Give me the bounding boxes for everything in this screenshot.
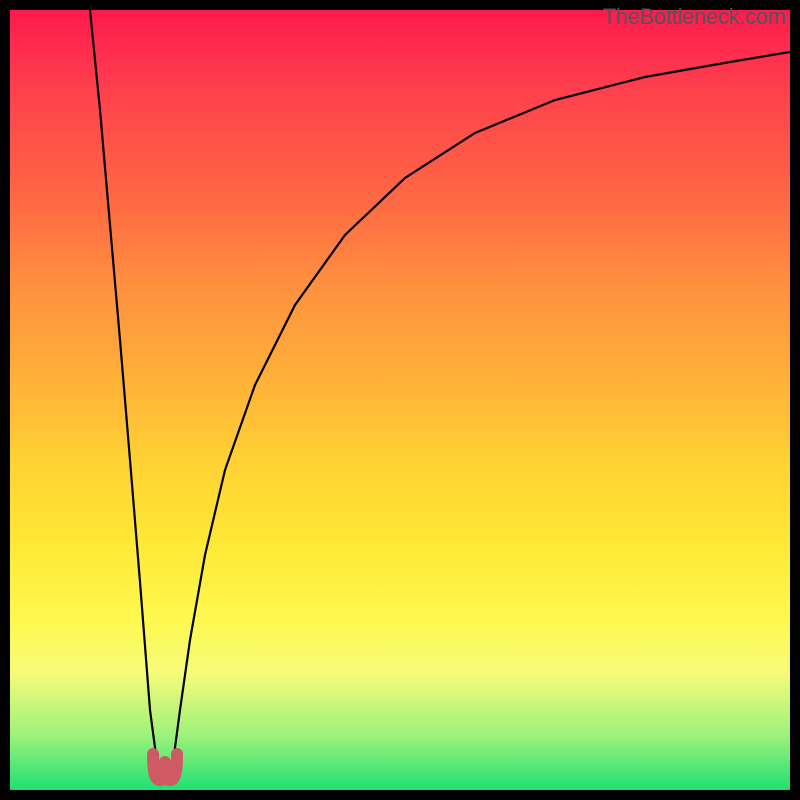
chart-frame: TheBottleneck.com: [0, 0, 800, 800]
curve-left-branch: [90, 10, 158, 770]
line-plot: [10, 10, 790, 790]
curve-right-branch: [172, 52, 790, 770]
plot-area: [10, 10, 790, 790]
minimum-marker: [153, 754, 177, 780]
